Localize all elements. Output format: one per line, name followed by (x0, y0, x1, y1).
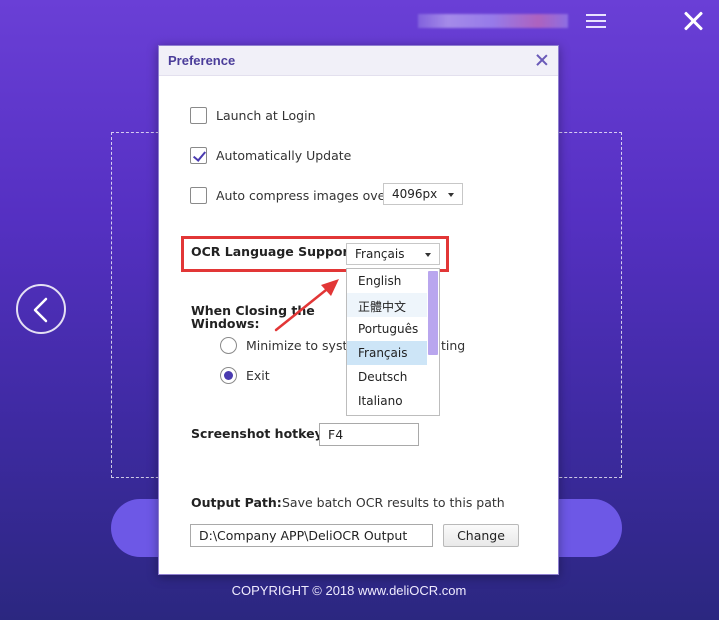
close-icon[interactable] (681, 8, 707, 34)
launch-at-login-label: Launch at Login (216, 108, 316, 123)
highlight-box (181, 236, 449, 272)
language-option-traditional-chinese[interactable]: 正體中文 (347, 293, 427, 317)
compress-size-value: 4096px (392, 187, 438, 201)
exit-label: Exit (246, 368, 270, 383)
title-bar-blurred-text (418, 14, 568, 28)
arrow-annotation-icon (274, 279, 339, 332)
language-option-italian[interactable]: Italiano (347, 389, 427, 413)
auto-update-label: Automatically Update (216, 148, 352, 163)
minimize-label-suffix: ting (441, 338, 466, 353)
auto-compress-checkbox[interactable] (190, 187, 207, 204)
closing-label-line2: Windows: (191, 316, 260, 331)
preference-dialog: Preference Launch at Login Automatically… (158, 45, 559, 575)
language-option-english[interactable]: English (347, 269, 427, 293)
dropdown-scrollbar[interactable] (428, 271, 438, 355)
compress-size-select[interactable]: 4096px (383, 183, 463, 205)
auto-compress-label: Auto compress images over (216, 188, 391, 203)
launch-at-login-checkbox[interactable] (190, 107, 207, 124)
ocr-language-dropdown: English 正體中文 Português Français Deutsch … (346, 268, 440, 416)
output-path-label: Output Path: (191, 495, 282, 510)
language-option-german[interactable]: Deutsch (347, 365, 427, 389)
output-path-input[interactable]: D:\Company APP\DeliOCR Output (190, 524, 433, 547)
dialog-close-icon[interactable] (536, 54, 548, 66)
dialog-title: Preference (168, 53, 236, 68)
dialog-header: Preference (159, 46, 558, 76)
back-arrow-icon (33, 297, 48, 323)
hotkey-value: F4 (328, 427, 344, 442)
chevron-down-icon (448, 193, 454, 197)
output-path-hint: Save batch OCR results to this path (282, 495, 505, 510)
back-button[interactable] (16, 284, 66, 334)
exit-radio[interactable] (220, 367, 237, 384)
menu-icon[interactable] (586, 14, 606, 30)
auto-update-checkbox[interactable] (190, 147, 207, 164)
minimize-radio[interactable] (220, 337, 237, 354)
hotkey-label: Screenshot hotkey: (191, 426, 328, 441)
output-path-value: D:\Company APP\DeliOCR Output (199, 528, 408, 543)
language-option-french[interactable]: Français (347, 341, 427, 365)
change-path-button[interactable]: Change (443, 524, 519, 547)
hotkey-input[interactable]: F4 (319, 423, 419, 446)
copyright-text: COPYRIGHT © 2018 www.deliOCR.com (231, 583, 467, 598)
language-option-portuguese[interactable]: Português (347, 317, 427, 341)
